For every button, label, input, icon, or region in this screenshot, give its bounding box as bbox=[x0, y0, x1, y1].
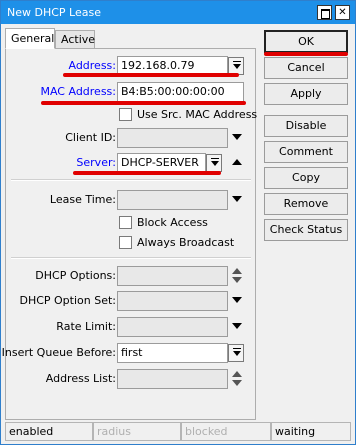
window-title: New DHCP Lease bbox=[7, 6, 101, 19]
address-list-input[interactable] bbox=[117, 369, 228, 389]
mac-address-input[interactable]: B4:B5:00:00:00:00 bbox=[117, 82, 244, 102]
lease-time-label: Lease Time: bbox=[49, 193, 116, 206]
block-access-checkbox[interactable] bbox=[119, 216, 132, 229]
client-id-expand-icon[interactable] bbox=[232, 134, 242, 140]
status-waiting: waiting bbox=[271, 422, 351, 441]
tab-active[interactable]: Active bbox=[55, 30, 95, 49]
server-select[interactable]: DHCP-SERVER bbox=[117, 153, 206, 173]
apply-button[interactable]: Apply bbox=[264, 83, 348, 105]
status-bar: enabled radius blocked waiting bbox=[5, 422, 351, 441]
client-id-label: Client ID: bbox=[65, 131, 116, 144]
status-radius: radius bbox=[93, 422, 181, 441]
mac-address-row: MAC Address: B4:B5:00:00:00:00 bbox=[6, 82, 257, 102]
rate-limit-label: Rate Limit: bbox=[56, 320, 116, 333]
dhcp-option-set-row: DHCP Option Set: bbox=[6, 291, 257, 311]
address-list-row: Address List: bbox=[6, 369, 257, 389]
insert-queue-before-row: Insert Queue Before: first bbox=[2, 343, 257, 363]
mac-address-label: MAC Address: bbox=[40, 85, 116, 98]
tab-general[interactable]: General bbox=[5, 28, 55, 49]
dhcp-option-set-expand-icon[interactable] bbox=[232, 297, 242, 303]
divider bbox=[11, 257, 251, 259]
ok-annotation-underline bbox=[264, 52, 348, 56]
insert-queue-before-label: Insert Queue Before: bbox=[1, 346, 116, 359]
lease-time-input[interactable] bbox=[117, 190, 228, 210]
always-broadcast-row: Always Broadcast bbox=[6, 233, 257, 253]
insert-queue-before-dropdown-icon[interactable] bbox=[228, 344, 244, 362]
client-id-input[interactable] bbox=[117, 128, 228, 148]
close-icon[interactable]: ✕ bbox=[335, 5, 350, 20]
dhcp-option-set-label: DHCP Option Set: bbox=[19, 294, 116, 307]
address-list-updown-icon[interactable] bbox=[232, 371, 242, 387]
title-bar[interactable]: New DHCP Lease ✕ bbox=[1, 1, 355, 24]
always-broadcast-label: Always Broadcast bbox=[137, 236, 235, 249]
disable-button[interactable]: Disable bbox=[264, 115, 348, 137]
block-access-row: Block Access bbox=[6, 213, 257, 233]
divider bbox=[11, 179, 251, 181]
insert-queue-before-select[interactable]: first bbox=[117, 343, 228, 363]
maximize-icon[interactable] bbox=[317, 5, 332, 20]
comment-button[interactable]: Comment bbox=[264, 141, 348, 163]
address-annotation-underline bbox=[63, 73, 239, 77]
dhcp-options-updown-icon[interactable] bbox=[232, 268, 242, 284]
rate-limit-input[interactable] bbox=[117, 317, 228, 337]
server-collapse-icon[interactable] bbox=[232, 159, 242, 165]
dhcp-options-row: DHCP Options: bbox=[6, 266, 257, 286]
rate-limit-expand-icon[interactable] bbox=[232, 323, 242, 329]
dhcp-options-label: DHCP Options: bbox=[35, 269, 116, 282]
remove-button[interactable]: Remove bbox=[264, 193, 348, 215]
block-access-label: Block Access bbox=[137, 216, 208, 229]
status-enabled: enabled bbox=[5, 422, 93, 441]
cancel-button[interactable]: Cancel bbox=[264, 57, 348, 79]
check-status-button[interactable]: Check Status bbox=[264, 219, 348, 241]
lease-time-row: Lease Time: bbox=[6, 190, 257, 210]
server-annotation-underline bbox=[73, 171, 221, 175]
use-src-mac-row: Use Src. MAC Address bbox=[6, 105, 257, 125]
mac-annotation-underline bbox=[41, 101, 246, 105]
dhcp-option-set-input[interactable] bbox=[117, 291, 228, 311]
dhcp-options-input[interactable] bbox=[117, 266, 228, 286]
address-label: Address: bbox=[68, 59, 116, 72]
address-list-label: Address List: bbox=[45, 372, 116, 385]
rate-limit-row: Rate Limit: bbox=[6, 317, 257, 337]
ok-button[interactable]: OK bbox=[264, 30, 348, 53]
server-row: Server: DHCP-SERVER bbox=[6, 153, 257, 173]
server-dropdown-icon[interactable] bbox=[206, 154, 222, 172]
dhcp-lease-window: New DHCP Lease ✕ General Active Address:… bbox=[0, 0, 356, 445]
use-src-mac-checkbox[interactable] bbox=[119, 108, 132, 121]
always-broadcast-checkbox[interactable] bbox=[119, 236, 132, 249]
lease-time-expand-icon[interactable] bbox=[232, 196, 242, 202]
status-blocked: blocked bbox=[181, 422, 271, 441]
server-label: Server: bbox=[76, 156, 116, 169]
client-id-row: Client ID: bbox=[6, 128, 257, 148]
copy-button[interactable]: Copy bbox=[264, 167, 348, 189]
use-src-mac-label: Use Src. MAC Address bbox=[137, 108, 258, 121]
